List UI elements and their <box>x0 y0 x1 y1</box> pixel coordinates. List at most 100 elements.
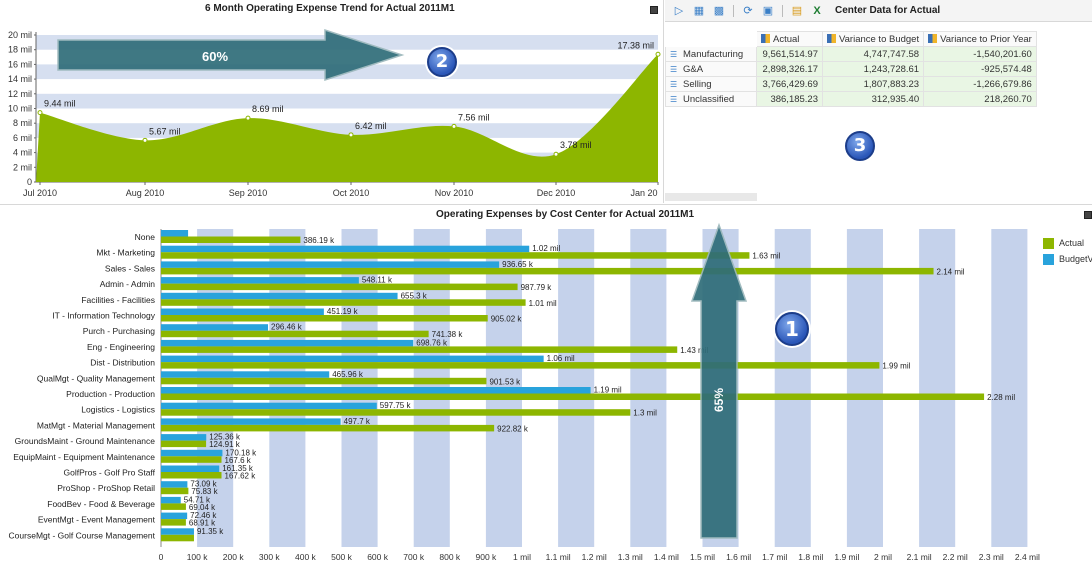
maximize-icon[interactable] <box>1084 211 1092 219</box>
calculator-icon[interactable]: ▩ <box>713 5 725 17</box>
table-header-row: Actual Variance to Budget Variance to Pr… <box>665 31 1037 47</box>
table-row[interactable]: ☰ G&A 2,898,326.17 1,243,728.61 -925,574.48 <box>665 61 1037 77</box>
x-tick-label: 600 k <box>367 552 389 562</box>
actual-bar <box>161 393 985 400</box>
budget-bar <box>161 434 207 441</box>
x-tick-label: 2.4 mil <box>1015 552 1040 562</box>
budget-data-label: 1.19 mil <box>594 386 622 395</box>
table-cell[interactable]: -925,574.48 <box>923 61 1037 77</box>
actual-bar <box>161 362 880 369</box>
table-row[interactable]: ☰ Unclassified 386,185.23 312,935.40 218,260… <box>665 91 1037 107</box>
column-header-variance-budget[interactable]: Variance to Budget <box>821 31 925 47</box>
maximize-icon[interactable] <box>650 6 658 14</box>
actual-bar <box>161 503 186 510</box>
actual-bar <box>161 456 222 463</box>
column-header-actual[interactable]: Actual <box>756 31 823 47</box>
row-header[interactable]: ☰ Manufacturing <box>665 46 757 62</box>
legend-item[interactable]: Actual <box>1043 235 1092 251</box>
category-label: MatMgt - Material Management <box>37 420 156 430</box>
data-label: 7.56 mil <box>458 112 490 122</box>
table-cell[interactable]: 4,747,747.58 <box>821 46 925 62</box>
actual-data-label: 386.19 k <box>303 236 335 245</box>
budget-bar <box>161 449 223 457</box>
x-tick-label: 100 k <box>187 552 209 562</box>
x-tick-label: 1.4 mil <box>654 552 679 562</box>
legend-label: Actual <box>1059 238 1085 248</box>
horizontal-scrollbar[interactable] <box>665 193 757 201</box>
table-cell[interactable]: -1,266,679.86 <box>923 76 1037 92</box>
arrow-label: 60% <box>202 49 228 64</box>
budget-bar <box>161 465 220 472</box>
budget-data-label: 597.75 k <box>380 401 412 410</box>
category-label: Purch - Purchasing <box>83 326 156 336</box>
x-tick-label: Dec 2010 <box>537 188 576 198</box>
budget-bar <box>161 324 269 331</box>
row-header[interactable]: ☰ G&A <box>665 61 757 77</box>
table-row[interactable]: ☰ Manufacturing 9,561,514.97 4,747,747.58 -1… <box>665 46 1037 62</box>
save-icon[interactable]: ▣ <box>762 5 774 17</box>
budget-data-label: 1.02 mil <box>532 244 560 253</box>
actual-data-label: 167.62 k <box>225 472 257 481</box>
x-tick-label: Aug 2010 <box>126 188 165 198</box>
category-label: Logistics - Logistics <box>81 405 155 415</box>
export-icon[interactable]: ▦ <box>693 5 705 17</box>
actual-data-label: 1.63 mil <box>752 252 780 261</box>
y-tick-label: 2 mil <box>13 162 32 172</box>
table-cell[interactable]: 3,766,429.69 <box>756 76 823 92</box>
category-label: None <box>135 232 156 242</box>
legend-item[interactable]: BudgetV1 <box>1043 251 1092 267</box>
budget-bar <box>161 418 341 425</box>
table-cell[interactable]: 2,898,326.17 <box>756 61 823 77</box>
actual-bar <box>161 283 518 291</box>
grid-band <box>846 229 883 547</box>
x-tick-label: 700 k <box>403 552 425 562</box>
budget-data-label: 698.76 k <box>416 338 448 347</box>
trend-chart-title: 6 Month Operating Expense Trend for Actu… <box>205 3 455 14</box>
table-cell[interactable]: 1,807,883.23 <box>821 76 925 92</box>
row-header[interactable]: ☰ Unclassified <box>665 91 757 107</box>
category-label: EquipMaint - Equipment Maintenance <box>13 452 155 462</box>
category-label: IT - Information Technology <box>52 311 155 321</box>
data-point <box>451 123 457 129</box>
x-tick-label: Jan 20 <box>630 188 657 198</box>
notes-icon[interactable]: ▤ <box>791 5 803 17</box>
chart-legend: Actual BudgetV1 <box>1043 235 1092 267</box>
data-point <box>245 115 251 121</box>
actual-bar <box>161 346 678 353</box>
actual-data-label: 1.01 mil <box>529 299 557 308</box>
actual-bar <box>161 519 186 526</box>
actual-bar <box>161 472 222 479</box>
actual-bar <box>161 330 429 338</box>
budget-bar <box>161 230 189 237</box>
x-tick-label: Oct 2010 <box>333 188 370 198</box>
category-label: Sales - Sales <box>105 263 155 273</box>
table-cell[interactable]: 1,243,728.61 <box>821 61 925 77</box>
data-point <box>553 151 559 157</box>
table-cell[interactable]: -1,540,201.60 <box>923 46 1037 62</box>
table-cell[interactable]: 9,561,514.97 <box>756 46 823 62</box>
table-row[interactable]: ☰ Selling 3,766,429.69 1,807,883.23 -1,266,6… <box>665 76 1037 92</box>
excel-icon[interactable]: X <box>811 5 823 17</box>
actual-data-label: 1.3 mil <box>633 409 657 418</box>
actual-bar <box>161 236 301 243</box>
table-cell[interactable]: 218,260.70 <box>923 91 1037 107</box>
data-label: 5.67 mil <box>149 126 181 136</box>
row-label: Manufacturing <box>683 48 744 60</box>
actual-bar <box>161 267 934 275</box>
budget-bar <box>161 528 194 535</box>
budget-bar <box>161 277 359 284</box>
table-cell[interactable]: 386,185.23 <box>756 91 823 107</box>
column-header-variance-prior[interactable]: Variance to Prior Year <box>923 31 1037 47</box>
x-tick-label: 1.7 mil <box>762 552 787 562</box>
actual-data-label: 2.14 mil <box>937 267 965 276</box>
refresh-icon[interactable]: ⟳ <box>742 5 754 17</box>
row-header[interactable]: ☰ Selling <box>665 76 757 92</box>
budget-bar <box>161 496 181 504</box>
x-tick-label: 1.3 mil <box>618 552 643 562</box>
actual-bar <box>161 409 631 416</box>
filter-icon[interactable]: ▷ <box>673 5 685 17</box>
hierarchy-icon: ☰ <box>670 79 678 89</box>
y-tick-label: 20 mil <box>8 30 32 40</box>
toolbar-divider <box>733 4 734 17</box>
table-cell[interactable]: 312,935.40 <box>821 91 925 107</box>
